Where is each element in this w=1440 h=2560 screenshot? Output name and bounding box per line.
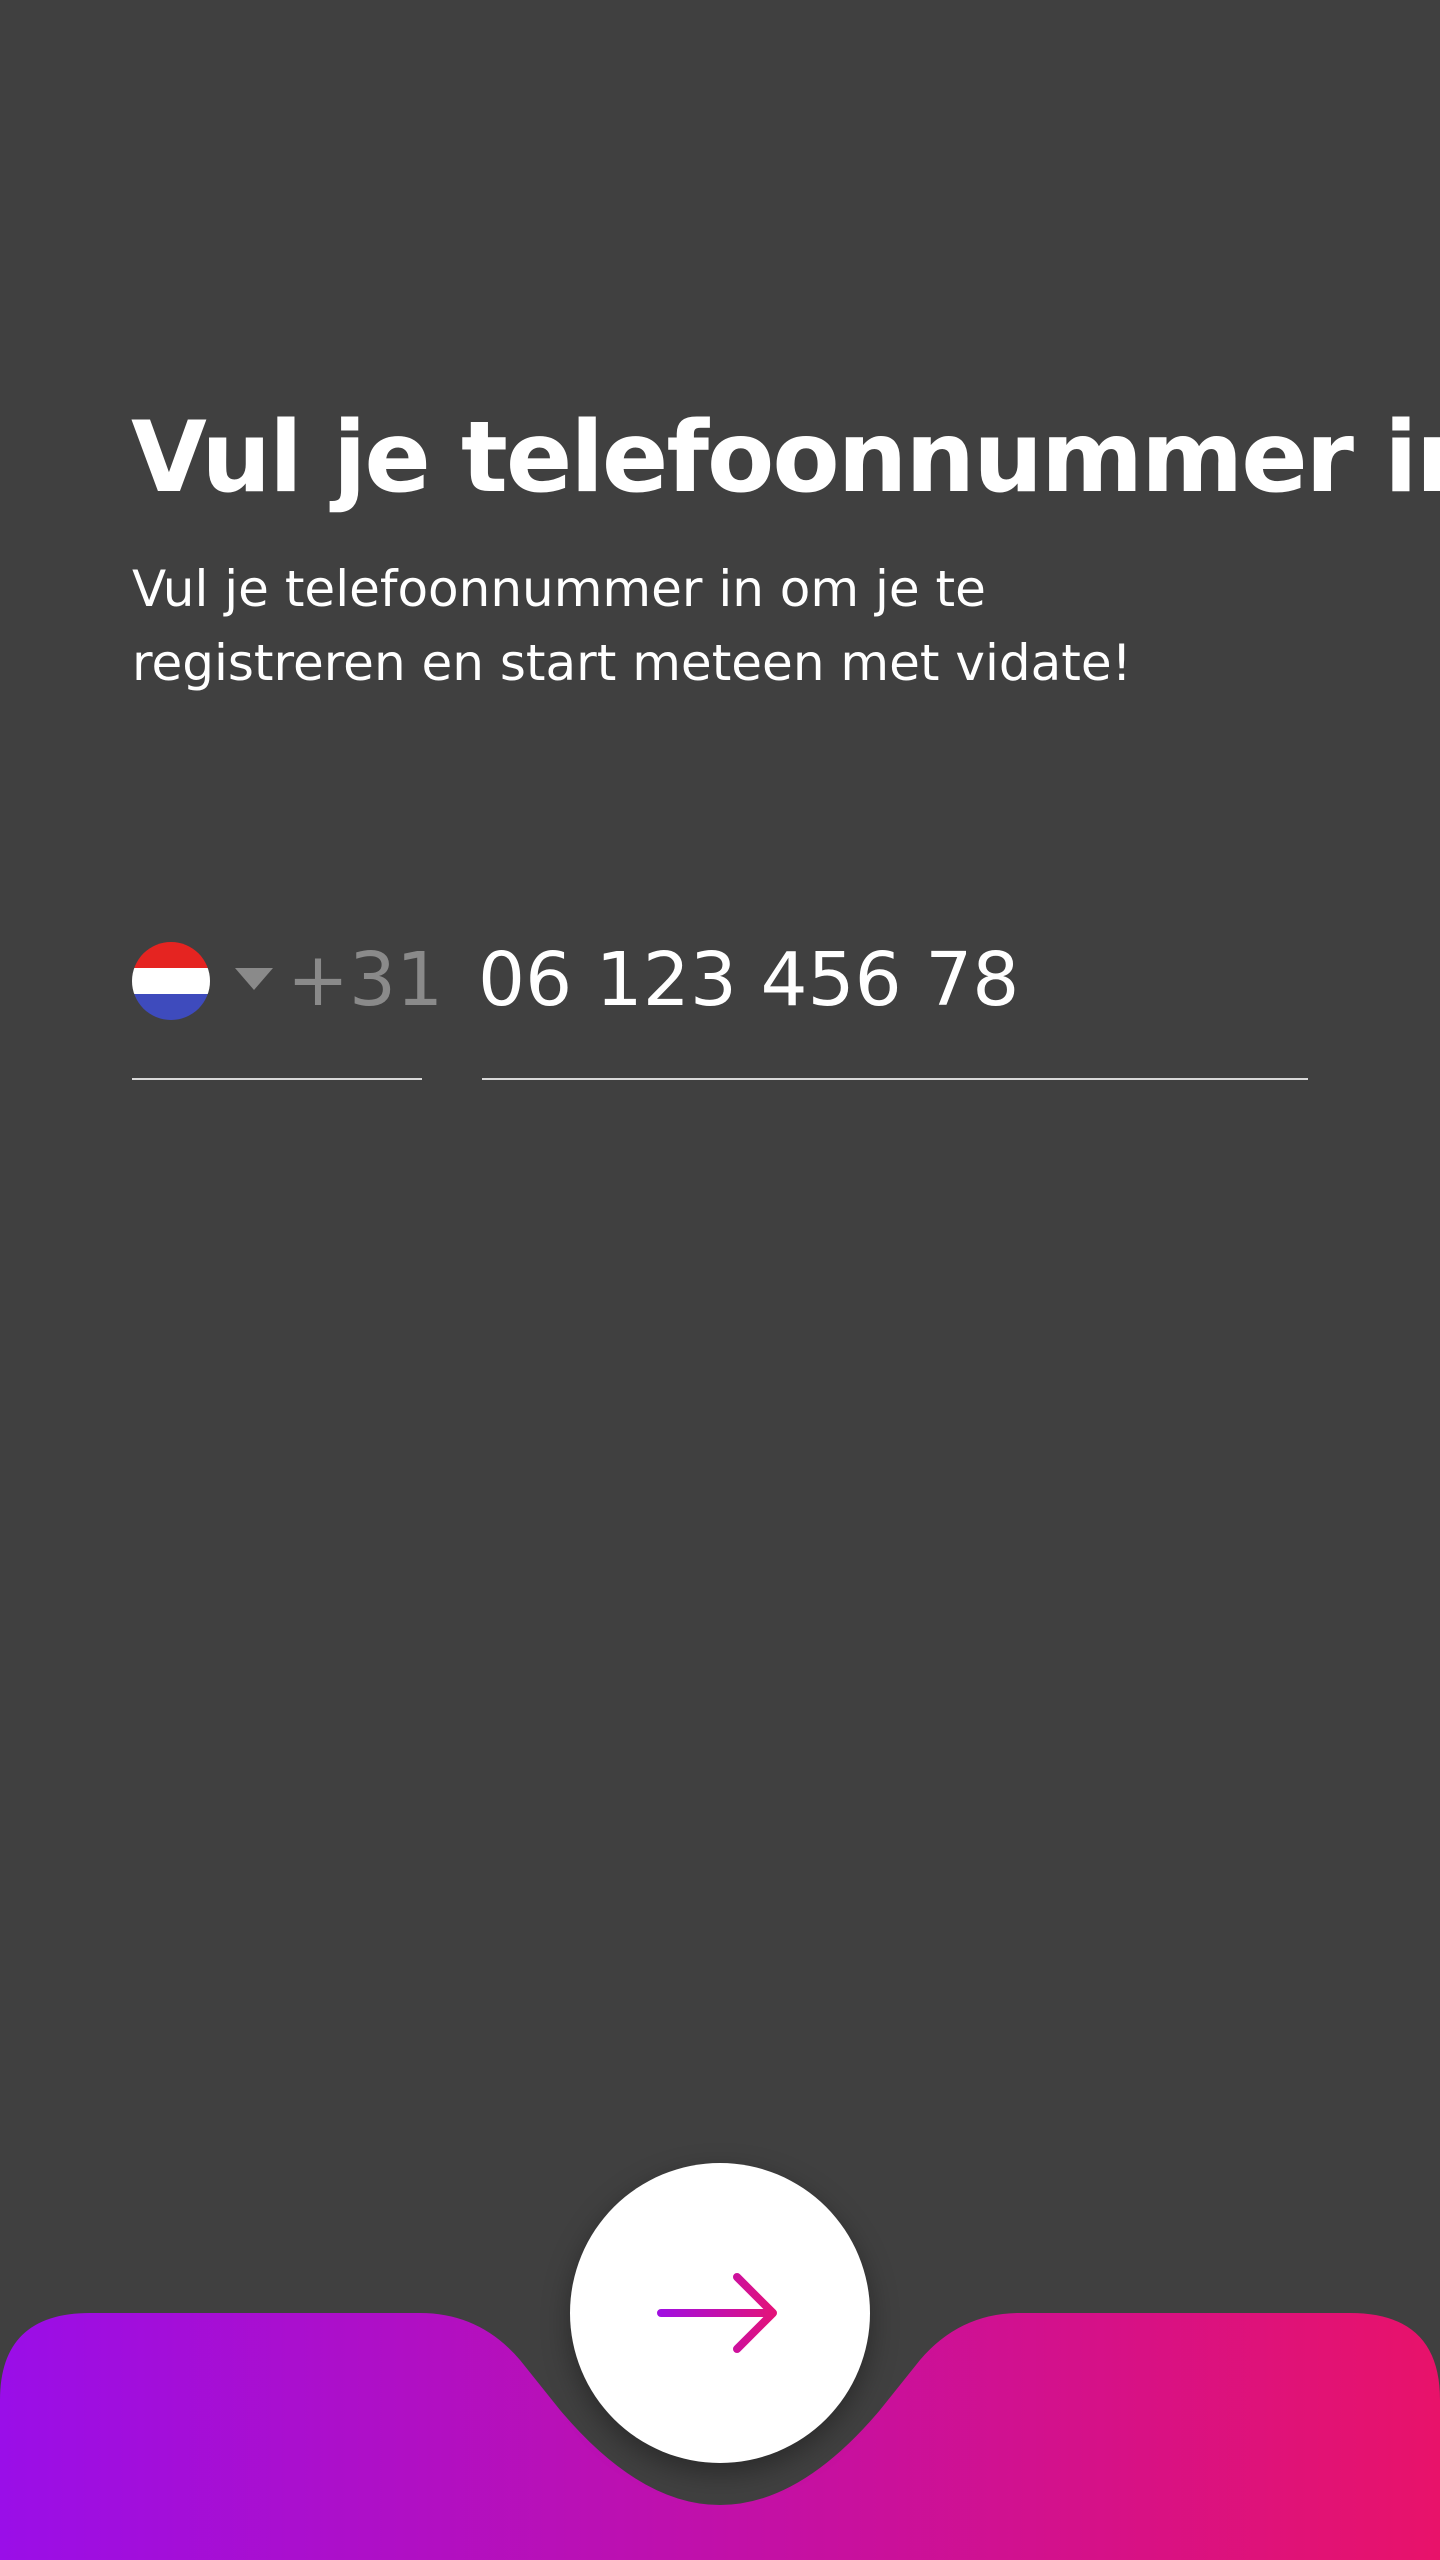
country-code-picker[interactable]: +31	[132, 930, 443, 1080]
phone-number-input[interactable]	[478, 930, 1308, 1030]
arrow-right-icon	[657, 2273, 777, 2353]
phone-number-underline	[482, 1078, 1308, 1080]
page-title: Vul je telefoonnummer in	[131, 401, 1440, 515]
page-subtitle: Vul je telefoonnummer in om je te regist…	[132, 560, 1132, 692]
dial-code: +31	[287, 937, 444, 1023]
chevron-down-icon	[235, 968, 273, 990]
next-button[interactable]	[570, 2163, 870, 2463]
netherlands-flag-icon	[132, 942, 210, 1020]
country-code-underline	[132, 1078, 422, 1080]
phone-registration-screen: Vul je telefoonnummer in Vul je telefoon…	[0, 0, 1440, 2560]
